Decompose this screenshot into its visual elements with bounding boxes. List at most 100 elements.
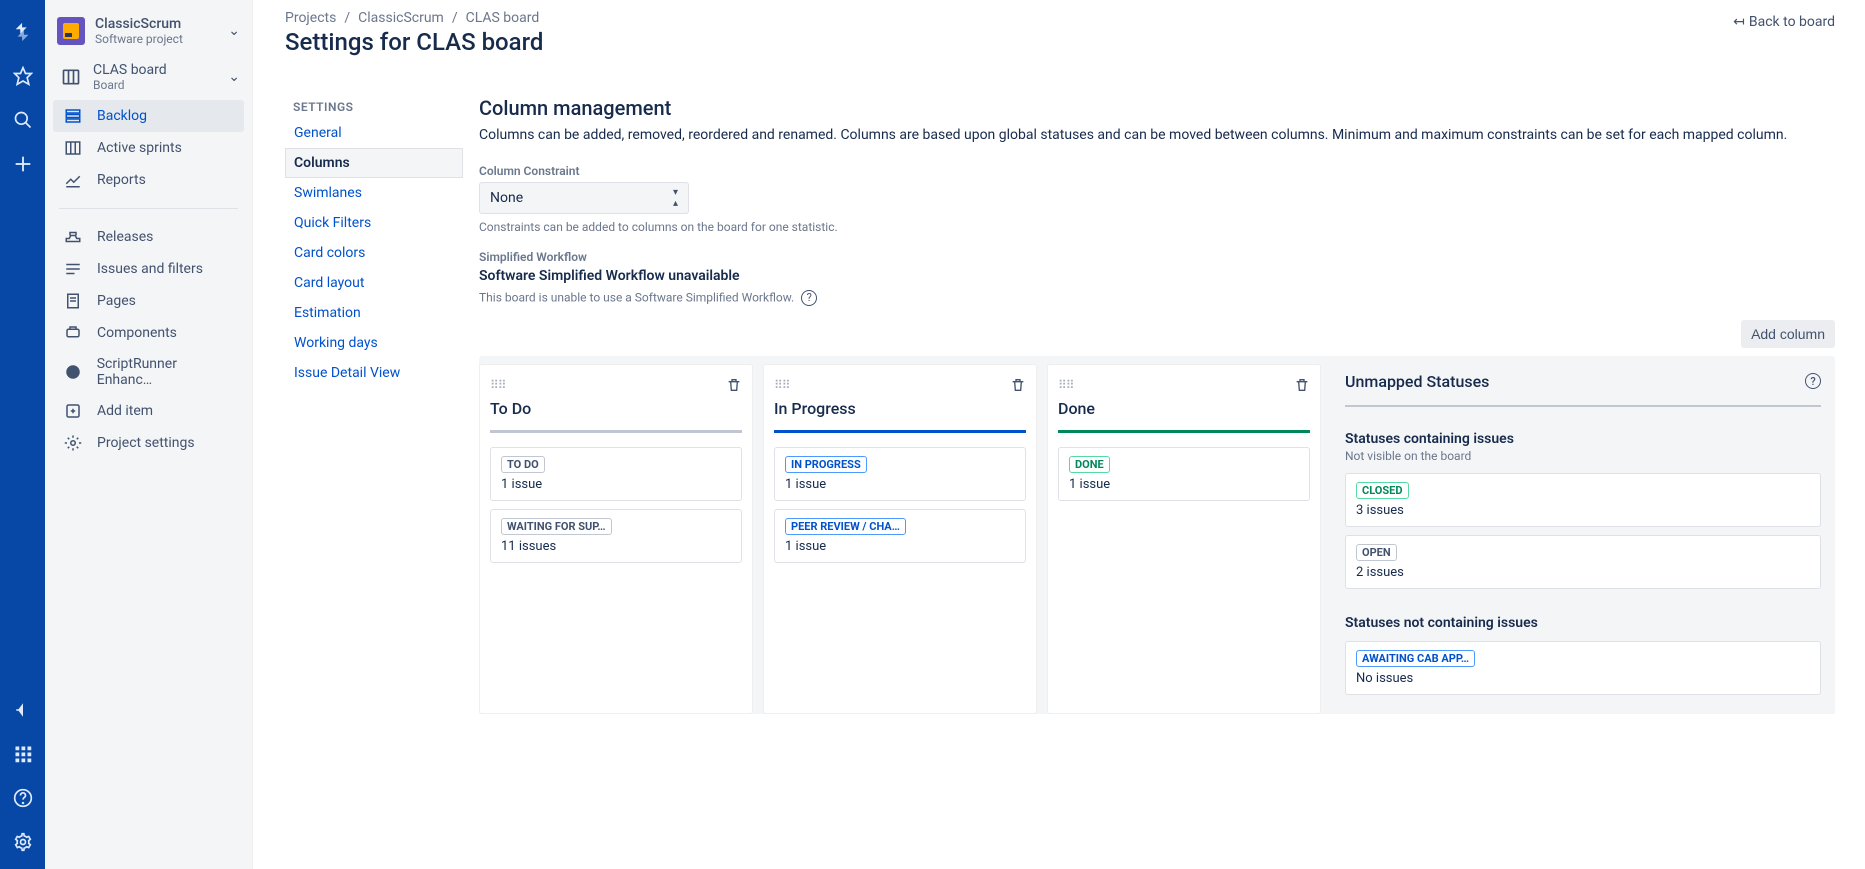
search-icon[interactable] — [11, 108, 35, 132]
nav-label: Issues and filters — [97, 261, 203, 277]
project-header[interactable]: ClassicScrum Software project ⌄ — [45, 10, 252, 52]
nav-label: Add item — [97, 403, 153, 419]
delete-column-icon[interactable] — [1294, 377, 1310, 393]
settings-nav-card-colors[interactable]: Card colors — [285, 238, 463, 268]
issue-count: 1 issue — [1069, 477, 1299, 492]
settings-nav-card-layout[interactable]: Card layout — [285, 268, 463, 298]
section-title: Column management — [479, 96, 1835, 120]
settings-nav-issue-detail[interactable]: Issue Detail View — [285, 358, 463, 388]
settings-nav-columns[interactable]: Columns — [285, 148, 463, 178]
nav-issues[interactable]: Issues and filters — [53, 253, 244, 285]
nav-label: Components — [97, 325, 177, 341]
column-bar — [490, 430, 742, 433]
arrow-left-icon: ↤ — [1733, 14, 1745, 30]
project-nav: Releases Issues and filters Pages Compon… — [45, 219, 252, 461]
drag-handle-icon[interactable]: ⠿⠿ — [1058, 378, 1074, 392]
components-icon — [63, 324, 83, 342]
nav-label: Backlog — [97, 108, 147, 124]
columns-area: ⠿⠿ To Do TO DO1 issue WAITING FOR SUP…11 is… — [479, 356, 1835, 714]
project-avatar — [57, 17, 85, 45]
nav-reports[interactable]: Reports — [53, 164, 244, 196]
column-bar — [1058, 430, 1310, 433]
help-icon[interactable] — [11, 786, 35, 810]
board-sub: Board — [93, 78, 228, 92]
pages-icon — [63, 292, 83, 310]
drag-handle-icon[interactable]: ⠿⠿ — [490, 378, 506, 392]
constraint-select[interactable]: None ▾▴ — [479, 182, 689, 214]
issue-count: 11 issues — [501, 539, 731, 554]
status-card[interactable]: TO DO1 issue — [490, 447, 742, 501]
status-card[interactable]: PEER REVIEW / CHA…1 issue — [774, 509, 1026, 563]
status-card[interactable]: CLOSED 3 issues — [1345, 473, 1821, 527]
app-switcher-icon[interactable] — [11, 742, 35, 766]
project-name: ClassicScrum — [95, 16, 228, 32]
status-card[interactable]: OPEN2 issues — [1345, 535, 1821, 589]
settings-nav-swimlanes[interactable]: Swimlanes — [285, 178, 463, 208]
nav-backlog[interactable]: Backlog — [53, 100, 244, 132]
select-caret-icon: ▾▴ — [673, 187, 678, 209]
column-title[interactable]: To Do — [490, 399, 742, 418]
page-title: Settings for CLAS board — [285, 28, 1835, 56]
column-title[interactable]: Done — [1058, 399, 1310, 418]
issue-count: 3 issues — [1356, 503, 1810, 518]
nav-label: Active sprints — [97, 140, 182, 156]
star-icon[interactable] — [11, 64, 35, 88]
delete-column-icon[interactable] — [726, 377, 742, 393]
nav-pages[interactable]: Pages — [53, 285, 244, 317]
workflow-status: Software Simplified Workflow unavailable — [479, 268, 1835, 284]
issue-count: 1 issue — [785, 477, 1015, 492]
status-card[interactable]: DONE 1 issue — [1058, 447, 1310, 501]
board-column: ⠿⠿ To Do TO DO1 issue WAITING FOR SUP…11 is… — [479, 364, 753, 714]
board-header[interactable]: CLAS board Board ⌄ — [45, 52, 252, 98]
global-rail — [0, 0, 45, 869]
sprints-icon — [63, 139, 83, 157]
status-card[interactable]: AWAITING CAB APP…No issues — [1345, 641, 1821, 695]
breadcrumb-projects[interactable]: Projects — [285, 10, 336, 26]
create-icon[interactable] — [11, 152, 35, 176]
workflow-help: This board is unable to use a Software S… — [479, 290, 1835, 306]
releases-icon — [63, 228, 83, 246]
issue-count: 2 issues — [1356, 565, 1810, 580]
nav-label: Pages — [97, 293, 136, 309]
board-column: ⠿⠿ Done DONE 1 issue — [1047, 364, 1321, 714]
settings-nav-title: SETTINGS — [285, 96, 463, 118]
board-nav: Backlog Active sprints Reports — [45, 98, 252, 198]
nav-add-item[interactable]: Add item — [53, 395, 244, 427]
status-lozenge: CLOSED — [1356, 482, 1409, 499]
reports-icon — [63, 171, 83, 189]
settings-nav-estimation[interactable]: Estimation — [285, 298, 463, 328]
chevron-down-icon: ⌄ — [228, 69, 240, 85]
feedback-icon[interactable] — [11, 698, 35, 722]
nav-components[interactable]: Components — [53, 317, 244, 349]
constraint-label: Column Constraint — [479, 164, 1835, 178]
back-to-board-link[interactable]: ↤ Back to board — [1733, 14, 1835, 30]
settings-nav-quick-filters[interactable]: Quick Filters — [285, 208, 463, 238]
nav-label: ScriptRunner Enhanc… — [97, 356, 234, 388]
delete-column-icon[interactable] — [1010, 377, 1026, 393]
status-card[interactable]: IN PROGRESS1 issue — [774, 447, 1026, 501]
help-icon[interactable]: ? — [1805, 373, 1821, 389]
nav-releases[interactable]: Releases — [53, 221, 244, 253]
settings-nav-general[interactable]: General — [285, 118, 463, 148]
add-column-button[interactable]: Add column — [1741, 320, 1835, 348]
breadcrumb-board[interactable]: CLAS board — [466, 10, 540, 26]
column-title[interactable]: In Progress — [774, 399, 1026, 418]
settings-nav-working-days[interactable]: Working days — [285, 328, 463, 358]
unmapped-panel: Unmapped Statuses ? Statuses containing … — [1331, 364, 1835, 714]
board-column: ⠿⠿ In Progress IN PROGRESS1 issue PEER REVI… — [763, 364, 1037, 714]
drag-handle-icon[interactable]: ⠿⠿ — [774, 378, 790, 392]
unmapped-section2-title: Statuses not containing issues — [1345, 615, 1821, 631]
status-lozenge: DONE — [1069, 456, 1110, 473]
scriptrunner-icon — [63, 363, 83, 381]
nav-label: Reports — [97, 172, 146, 188]
info-icon[interactable]: ? — [801, 290, 817, 306]
nav-project-settings[interactable]: Project settings — [53, 427, 244, 459]
nav-separator — [59, 208, 238, 209]
jira-logo-icon[interactable] — [11, 20, 35, 44]
nav-active-sprints[interactable]: Active sprints — [53, 132, 244, 164]
settings-icon[interactable] — [11, 830, 35, 854]
nav-scriptrunner[interactable]: ScriptRunner Enhanc… — [53, 349, 244, 395]
breadcrumb-project[interactable]: ClassicScrum — [358, 10, 444, 26]
backlog-icon — [63, 107, 83, 125]
status-card[interactable]: WAITING FOR SUP…11 issues — [490, 509, 742, 563]
